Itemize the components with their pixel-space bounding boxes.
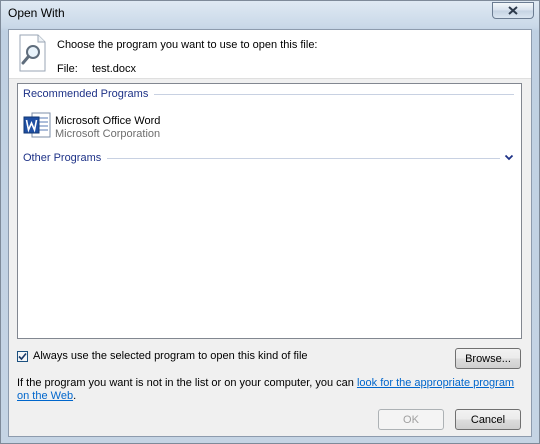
file-name: test.docx xyxy=(92,63,137,75)
help-text-after: . xyxy=(73,390,77,402)
always-use-label[interactable]: Always use the selected program to open … xyxy=(33,350,308,362)
file-search-icon xyxy=(19,34,46,72)
cancel-button[interactable]: Cancel xyxy=(455,409,521,430)
always-use-checkbox[interactable] xyxy=(17,350,28,362)
close-button[interactable] xyxy=(492,2,534,19)
other-programs-header[interactable]: Other Programs xyxy=(23,152,514,164)
help-text: If the program you want is not in the li… xyxy=(17,377,522,403)
ok-button[interactable]: OK xyxy=(378,409,444,430)
word-icon xyxy=(23,112,51,138)
group-divider xyxy=(107,157,500,159)
browse-button[interactable]: Browse... xyxy=(455,348,521,369)
program-name: Microsoft Office Word xyxy=(55,115,161,127)
program-list[interactable]: Recommended Programs Microsoft Office Wo… xyxy=(17,83,522,339)
prompt-text: Choose the program you want to use to op… xyxy=(57,39,318,51)
program-item-word[interactable]: Microsoft Office Word Microsoft Corporat… xyxy=(21,109,221,143)
open-with-dialog: Open With Choose the program you want to… xyxy=(0,0,540,444)
window-title: Open With xyxy=(8,6,65,20)
always-use-option[interactable]: Always use the selected program to open … xyxy=(17,350,308,362)
file-label: File: xyxy=(57,63,78,75)
checkmark-icon xyxy=(18,352,27,360)
chevron-down-icon[interactable] xyxy=(504,154,514,162)
recommended-programs-header: Recommended Programs xyxy=(23,88,514,100)
file-info-panel: Choose the program you want to use to op… xyxy=(9,30,531,79)
dialog-content: Choose the program you want to use to op… xyxy=(8,29,532,437)
recommended-programs-label: Recommended Programs xyxy=(23,88,149,100)
group-divider xyxy=(154,93,514,95)
close-icon xyxy=(508,6,518,15)
title-bar[interactable]: Open With xyxy=(1,1,539,27)
program-publisher: Microsoft Corporation xyxy=(55,128,161,140)
help-text-before: If the program you want is not in the li… xyxy=(17,377,357,389)
other-programs-label: Other Programs xyxy=(23,152,102,164)
